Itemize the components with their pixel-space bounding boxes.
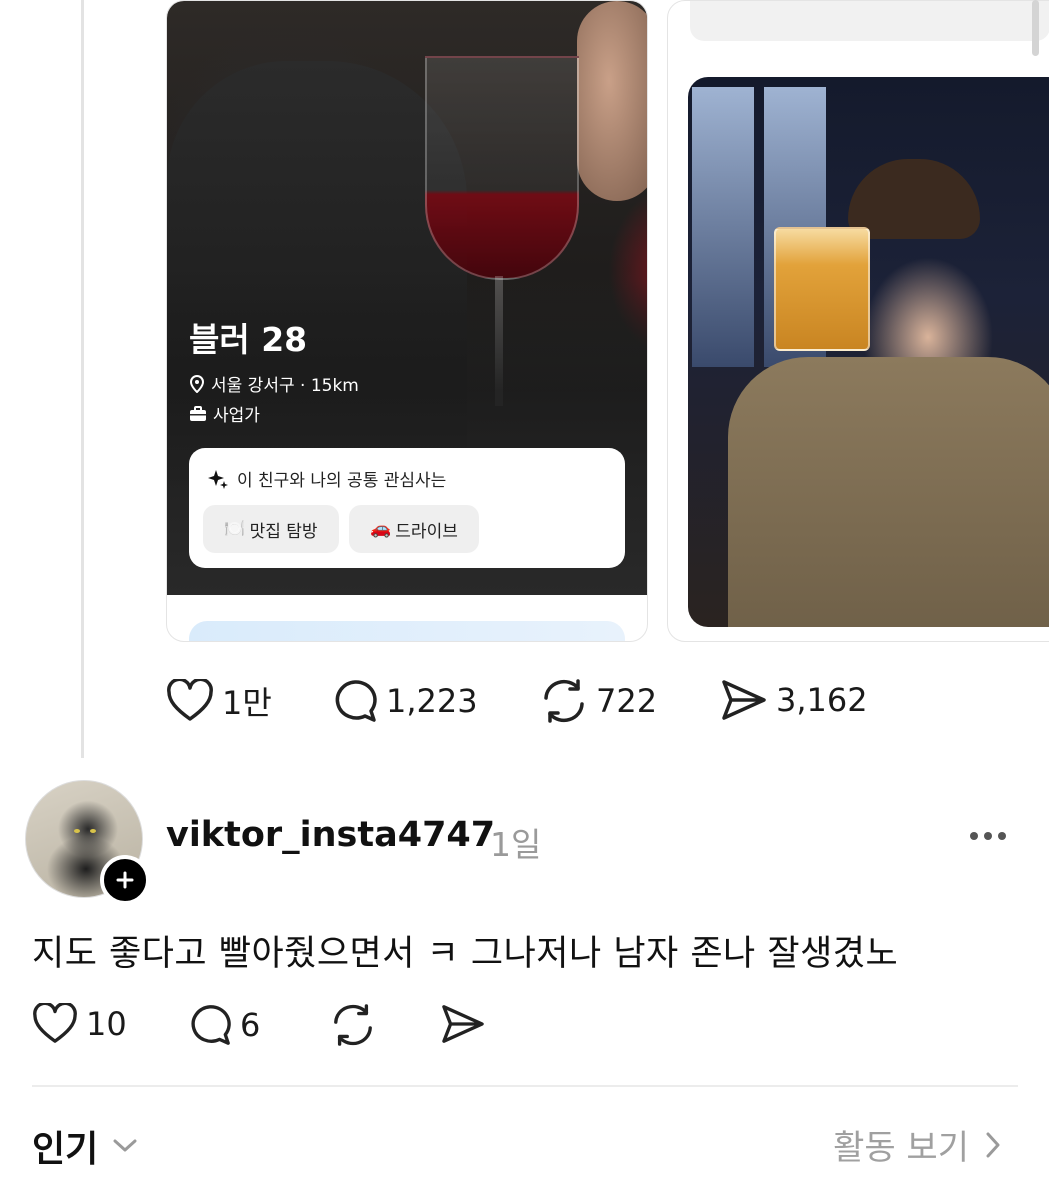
post-share-count: 3,162 <box>776 681 868 719</box>
reply-repost-button[interactable] <box>330 1003 376 1047</box>
common-interests-box: 이 친구와 나의 공통 관심사는 🍽️ 맛집 탐방 🚗 드라이브 <box>189 448 625 568</box>
heart-icon <box>167 679 213 721</box>
thread-line <box>81 0 84 758</box>
profile-location-text: 서울 강서구 · 15km <box>211 376 359 396</box>
post-like-button[interactable]: 1만 <box>166 678 272 724</box>
media-card-profile[interactable]: 블러 28 서울 강서구 · 15km 사업가 이 친구와 나의 공통 관심사는… <box>166 0 648 642</box>
heart-icon <box>33 1003 77 1043</box>
plus-icon <box>116 871 134 889</box>
profile-name-age: 블러 28 <box>189 320 308 359</box>
divider <box>32 1085 1018 1087</box>
photo-face <box>577 1 647 201</box>
interest-chip-label: 드라이브 <box>395 521 458 542</box>
interest-chip-label: 맛집 탐방 <box>249 521 318 542</box>
reply-like-count: 10 <box>86 1005 127 1043</box>
media-card-photo[interactable] <box>667 0 1049 642</box>
view-activity-link[interactable]: 활동 보기 <box>833 1120 1001 1169</box>
food-icon: 🍽️ <box>224 519 246 539</box>
man-with-beer-photo <box>688 77 1049 627</box>
repost-icon <box>334 1004 372 1046</box>
reply-text: 지도 좋다고 빨아줬으면서 ㅋ 그나저나 남자 존나 잘생겼노 <box>32 934 899 974</box>
send-icon <box>442 1005 484 1043</box>
common-interests-text: 이 친구와 나의 공통 관심사는 <box>237 471 447 491</box>
reply-comment-count: 6 <box>240 1006 261 1044</box>
car-icon: 🚗 <box>370 519 392 539</box>
comment-bubble-icon <box>335 680 377 722</box>
follow-button[interactable] <box>100 855 150 905</box>
interest-chip-drive: 🚗 드라이브 <box>349 505 479 553</box>
photo-beer-glass <box>774 227 870 351</box>
photo-jacket <box>728 357 1049 627</box>
chevron-right-icon <box>986 1132 1000 1157</box>
more-dots-icon[interactable] <box>970 832 1006 840</box>
profile-job: 사업가 <box>189 401 260 426</box>
card-top-bar <box>690 1 1049 41</box>
briefcase-icon <box>190 405 206 421</box>
repost-icon <box>544 679 584 723</box>
post-comment-count: 1,223 <box>386 682 478 720</box>
post-repost-count: 722 <box>596 682 658 720</box>
send-icon <box>722 680 766 720</box>
post-like-count: 1만 <box>222 684 272 722</box>
location-pin-icon <box>189 374 205 393</box>
interest-chip-food: 🍽️ 맛집 탐방 <box>203 505 339 553</box>
post-share-button[interactable]: 3,162 <box>720 678 868 722</box>
avatar-cat-eye <box>90 829 96 833</box>
profile-job-text: 사업가 <box>213 406 260 426</box>
photo-poster <box>692 87 754 367</box>
view-activity-label: 활동 보기 <box>833 1128 969 1168</box>
scrollbar[interactable] <box>1032 0 1039 56</box>
sort-popular-dropdown[interactable]: 인기 <box>32 1120 138 1172</box>
post-repost-button[interactable]: 722 <box>540 678 657 724</box>
sort-popular-label: 인기 <box>32 1129 99 1170</box>
reply-timestamp: 1일 <box>490 825 542 864</box>
sparkle-icon <box>208 469 228 489</box>
reply-username[interactable]: viktor_insta4747 <box>166 815 495 855</box>
profile-location: 서울 강서구 · 15km <box>189 371 359 396</box>
card-bottom-bar <box>189 621 625 641</box>
photo-hair <box>848 159 980 239</box>
photo-wine-glass <box>425 56 579 280</box>
comment-bubble-icon <box>191 1005 231 1045</box>
reply-comment-button[interactable]: 6 <box>188 1003 260 1047</box>
post-comment-button[interactable]: 1,223 <box>332 678 478 724</box>
chevron-down-icon <box>113 1139 137 1152</box>
reply-share-button[interactable] <box>440 1003 486 1045</box>
common-interests-header: 이 친구와 나의 공통 관심사는 <box>207 466 446 491</box>
reply-like-button[interactable]: 10 <box>32 1003 127 1045</box>
avatar-cat-eye <box>74 829 80 833</box>
